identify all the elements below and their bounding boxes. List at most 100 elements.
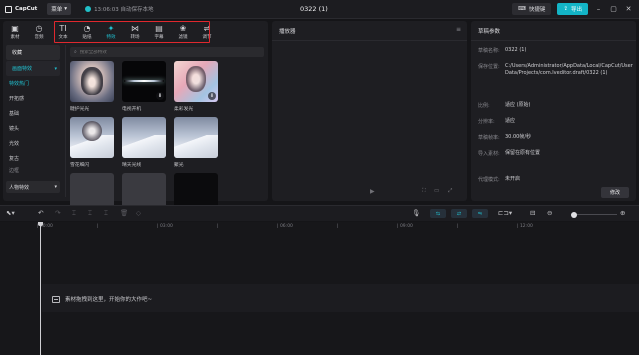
mask-icon[interactable]: ◇: [136, 209, 141, 217]
tab-sticker[interactable]: ◔ 贴纸: [75, 21, 99, 43]
app-name: CapCut: [15, 6, 38, 12]
sticker-icon: ◔: [83, 24, 91, 33]
download-icon[interactable]: ⬇: [208, 92, 216, 100]
effect-thumbnail[interactable]: ⬇: [122, 117, 166, 158]
redo-icon[interactable]: ↷: [55, 209, 60, 217]
effect-thumbnail[interactable]: [70, 61, 114, 102]
tab-media[interactable]: ▣ 素材: [3, 21, 27, 43]
main-track-magnet-icon[interactable]: ⇆: [430, 209, 446, 218]
tab-transition[interactable]: ⋈ 转场: [123, 21, 147, 43]
tick-label: |: [457, 224, 459, 229]
play-icon[interactable]: ▶: [370, 188, 375, 195]
category-item[interactable]: 特效热门: [3, 76, 63, 91]
export-button[interactable]: ⇪ 导出: [557, 3, 588, 15]
tick-label: | 06:00: [277, 224, 293, 229]
transition-icon: ⋈: [131, 24, 139, 33]
chevron-down-icon: ▾: [54, 65, 57, 72]
property-row: 保存位置: C:/Users/Administrator/AppData/Loca…: [478, 63, 633, 77]
tab-text[interactable]: TI 文本: [51, 21, 75, 43]
split-icon[interactable]: ⌶: [72, 209, 76, 218]
audio-icon: ◷: [35, 24, 43, 33]
property-key: 分辨率:: [478, 119, 495, 125]
effect-card[interactable]: ⬇ 雪花细闪: [70, 117, 114, 168]
category-item[interactable]: 基础: [3, 106, 63, 121]
search-icon: ⌕: [74, 49, 77, 55]
tool-tabs: ▣ 素材 ◷ 音频 TI 文本 ◔ 贴纸 ✦ 特效 ⋈ 转场 ▤ 字幕 ❀ 滤镜 ⇌ 调节: [3, 21, 219, 43]
fit-icon[interactable]: ⊟: [530, 209, 535, 217]
download-icon[interactable]: ⬇: [208, 148, 216, 156]
effect-thumbnail[interactable]: ⬇: [174, 61, 218, 102]
more-icon[interactable]: ≡: [456, 26, 461, 33]
draft-title: 草稿参数: [478, 29, 501, 35]
category-item[interactable]: 开拓感: [3, 91, 63, 106]
zoom-out-icon[interactable]: ⊖: [547, 209, 552, 217]
category-item[interactable]: 镜头: [3, 121, 63, 136]
time-ruler[interactable]: | 00:00 | | 03:00 | | 06:00 | | 09:00 | | 12:00: [37, 222, 639, 232]
category-screen-effects[interactable]: 画面特效 ▾: [6, 61, 60, 76]
category-person-effects[interactable]: 人物特效 ▾: [6, 181, 60, 193]
property-key: 草稿名称:: [478, 48, 500, 54]
ratio-icon[interactable]: ▭: [434, 188, 439, 194]
tab-audio[interactable]: ◷ 音频: [27, 21, 51, 43]
app-logo: CapCut: [5, 5, 38, 13]
tab-effects[interactable]: ✦ 特效: [99, 21, 123, 43]
zoom-slider[interactable]: [571, 214, 617, 215]
property-value: 保留在原有位置: [505, 150, 541, 156]
crop-icon[interactable]: ⛶: [422, 188, 426, 195]
fullscreen-icon[interactable]: ⤢: [448, 188, 452, 195]
chevron-down-icon: ▾: [64, 6, 68, 12]
effect-thumbnail[interactable]: ⬇: [174, 117, 218, 158]
property-value: 30.00帧/秒: [505, 134, 531, 140]
download-icon[interactable]: ⬇: [156, 92, 164, 100]
microphone-icon[interactable]: 🎙: [412, 209, 420, 217]
tab-adjust[interactable]: ⇌ 调节: [195, 21, 219, 43]
property-value: C:/Users/Administrator/AppData/Local/Cap…: [505, 63, 633, 77]
modify-button[interactable]: 修改: [601, 187, 629, 198]
document-title: 0322 (1): [300, 5, 328, 13]
search-box[interactable]: ⌕: [70, 47, 264, 57]
playhead[interactable]: [40, 222, 41, 355]
minimize-icon[interactable]: –: [594, 5, 603, 13]
select-cursor-icon[interactable]: ⬉▾: [6, 209, 15, 217]
caption-icon: ▤: [155, 24, 163, 33]
tab-caption[interactable]: ▤ 字幕: [147, 21, 171, 43]
playhead-handle[interactable]: [38, 222, 43, 226]
title-bar: CapCut 菜单 ▾ 13:06:03 自动保存本地 0322 (1) ⌨ 快…: [0, 0, 639, 19]
tab-filter[interactable]: ❀ 滤镜: [171, 21, 195, 43]
auto-snap-icon[interactable]: ⇄: [451, 209, 467, 218]
tab-label: 字幕: [154, 35, 164, 40]
effect-card[interactable]: ⬇ 柔彩发光: [174, 61, 218, 112]
split-left-icon[interactable]: ⌶: [88, 209, 92, 218]
tick-label: |: [337, 224, 339, 229]
category-partial[interactable]: 边框: [3, 166, 63, 175]
effect-card[interactable]: ⬇ 晴天光线: [122, 117, 166, 168]
zoom-slider-handle[interactable]: [571, 211, 577, 218]
download-icon[interactable]: ⬇: [156, 148, 164, 156]
undo-icon[interactable]: ↶: [38, 209, 43, 217]
effect-thumbnail[interactable]: ⬇: [70, 117, 114, 158]
timeline[interactable]: | 00:00 | | 03:00 | | 06:00 | | 09:00 | | 12:00 …: [0, 222, 639, 355]
search-input[interactable]: [79, 49, 250, 55]
effect-thumbnail[interactable]: ⬇: [122, 61, 166, 102]
preview-axis-icon[interactable]: ⊏⊐▾: [498, 209, 512, 217]
delete-icon[interactable]: 🗑: [120, 209, 128, 217]
download-icon[interactable]: ⬇: [104, 148, 112, 156]
property-row: 导入素材: 保留在原有位置: [478, 150, 625, 157]
chevron-down-icon: ▾: [54, 184, 57, 190]
maximize-icon[interactable]: ▢: [609, 5, 618, 13]
category-item[interactable]: 复古: [3, 151, 63, 166]
shortcut-button[interactable]: ⌨ 快捷键: [511, 3, 552, 15]
linkage-icon[interactable]: ⇋: [472, 209, 488, 218]
zoom-in-icon[interactable]: ⊕: [620, 209, 625, 217]
menu-button[interactable]: 菜单 ▾: [47, 3, 72, 15]
category-item[interactable]: 光效: [3, 136, 63, 151]
split-right-icon[interactable]: ⌶: [104, 209, 108, 218]
effect-card[interactable]: ⬇ 聚光: [174, 117, 218, 168]
draft-properties-panel: 草稿参数 草稿名称: 0322 (1) 保存位置: C:/Users/Administ…: [471, 21, 636, 201]
effect-card[interactable]: ⬇ 电视开机: [122, 61, 166, 112]
tab-label: 音频: [34, 35, 44, 40]
text-icon: TI: [59, 24, 67, 33]
effect-card[interactable]: 睫护光光: [70, 61, 114, 112]
close-icon[interactable]: ✕: [624, 5, 633, 13]
category-favorites[interactable]: 收藏: [6, 45, 60, 60]
